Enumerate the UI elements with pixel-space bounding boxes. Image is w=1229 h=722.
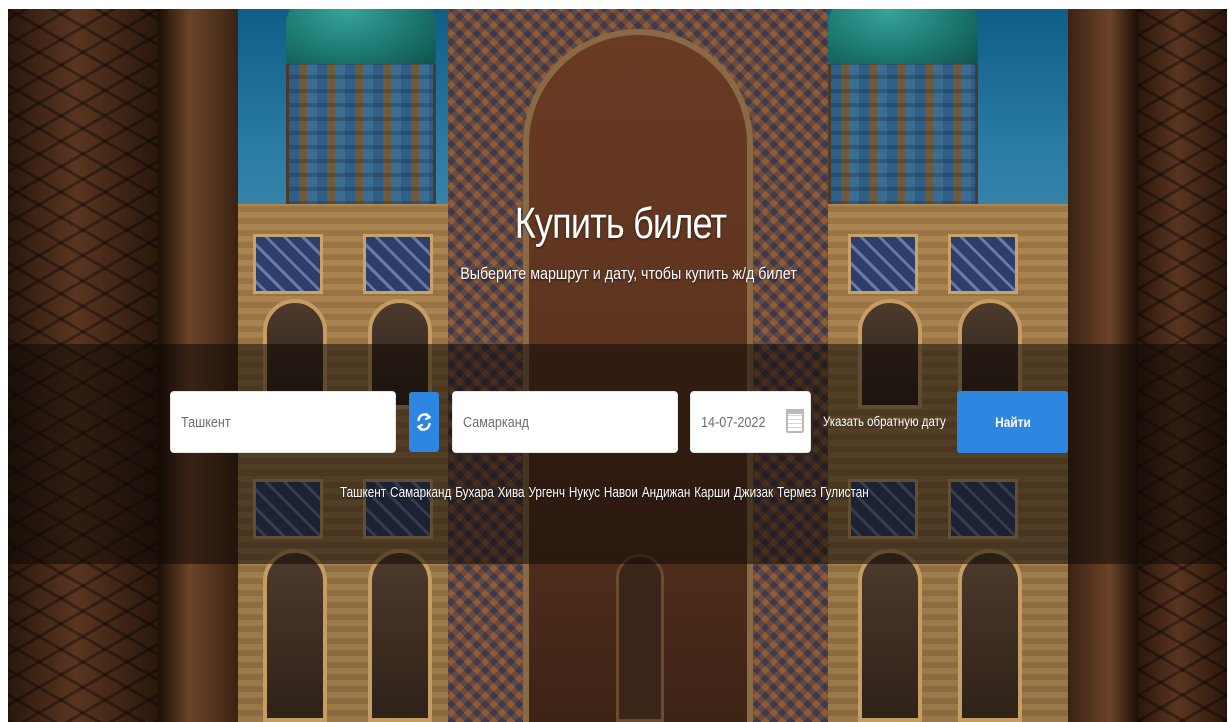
page-title: Купить билет <box>514 199 727 248</box>
date-input[interactable]: 14-07-2022 <box>690 391 811 453</box>
from-station-value: Ташкент <box>181 413 231 431</box>
dome-left <box>286 9 436 69</box>
facade-niche <box>263 549 327 722</box>
city-link[interactable]: Ургенч <box>528 484 564 501</box>
swap-stations-button[interactable] <box>409 392 439 452</box>
return-date-link[interactable]: Указать обратную дату <box>823 413 946 429</box>
city-link[interactable]: Ташкент <box>340 484 386 501</box>
page-subtitle: Выберите маршрут и дату, чтобы купить ж/… <box>460 264 797 283</box>
facade-niche <box>958 549 1022 722</box>
city-link[interactable]: Бухара <box>455 484 494 501</box>
city-link[interactable]: Навои <box>604 484 638 501</box>
minaret-drum-left <box>286 64 436 219</box>
city-link[interactable]: Термез <box>777 484 816 501</box>
search-button-label: Найти <box>994 414 1031 430</box>
city-link[interactable]: Карши <box>694 484 730 501</box>
minaret-drum-right <box>828 64 978 219</box>
facade-niche <box>858 549 922 722</box>
city-link[interactable]: Андижан <box>642 484 690 501</box>
to-station-value: Самарканд <box>463 413 530 431</box>
popular-cities-list: Ташкент Самарканд Бухара Хива Ургенч Нук… <box>340 484 869 501</box>
search-band-overlay <box>8 344 1227 564</box>
city-link[interactable]: Самарканд <box>390 484 451 501</box>
city-link[interactable]: Гулистан <box>820 484 869 501</box>
date-value: 14-07-2022 <box>701 413 766 431</box>
refresh-icon <box>417 412 431 432</box>
facade-niche <box>368 549 432 722</box>
search-button[interactable]: Найти <box>957 391 1068 453</box>
dome-right <box>828 9 978 69</box>
portal-door <box>616 554 664 722</box>
to-station-input[interactable]: Самарканд <box>452 391 678 453</box>
from-station-input[interactable]: Ташкент <box>170 391 396 453</box>
hero-section: Купить билет Выберите маршрут и дату, чт… <box>8 9 1227 722</box>
calendar-icon[interactable] <box>786 409 804 433</box>
city-link[interactable]: Хива <box>498 484 525 501</box>
city-link[interactable]: Нукус <box>569 484 600 501</box>
city-link[interactable]: Джизак <box>734 484 773 501</box>
